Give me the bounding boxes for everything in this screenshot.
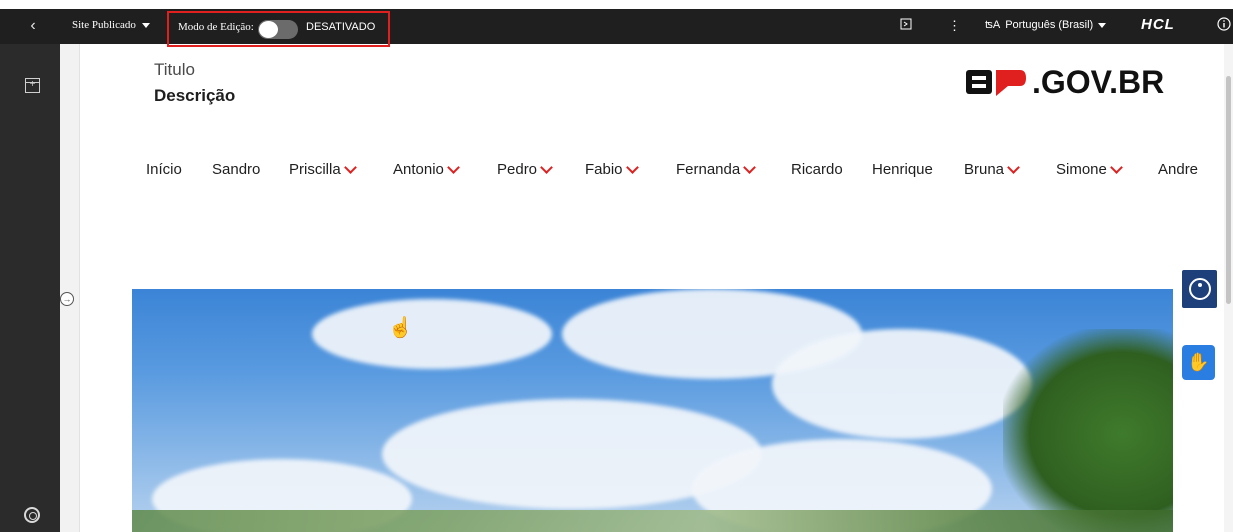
language-label: Português (Brasil) [1005, 19, 1094, 31]
nav-item-ricardo[interactable]: Ricardo [791, 161, 843, 178]
info-icon [1217, 17, 1231, 31]
vertical-scrollbar[interactable] [1224, 44, 1233, 532]
site-status-label: Site Publicado [72, 19, 136, 31]
nav-item-henrique[interactable]: Henrique [872, 161, 933, 178]
nav-item-priscilla[interactable]: Priscilla [289, 160, 357, 178]
nav-item-inicio[interactable]: Início [146, 161, 182, 178]
nav-item-pedro[interactable]: Pedro [497, 160, 553, 178]
cloud-shape [312, 299, 552, 369]
caret-down-icon [141, 22, 150, 28]
nav-label: Simone [1056, 161, 1107, 178]
sp-logo-mark [966, 70, 1026, 96]
info-button[interactable] [1217, 17, 1231, 31]
trees-shape [1003, 329, 1173, 532]
nav-label: Henrique [872, 161, 933, 178]
edit-mode-label: Modo de Edição: [178, 21, 254, 33]
page-description: Descrição [154, 86, 236, 105]
nav-item-sandro[interactable]: Sandro [212, 161, 260, 178]
page-title: Titulo [154, 60, 195, 79]
preview-icon [900, 18, 912, 30]
language-selector[interactable]: ʦA Português (Brasil) [985, 19, 1107, 31]
cloud-shape [772, 329, 1032, 439]
nav-label: Pedro [497, 161, 538, 178]
sp-gov-logo[interactable]: .GOV.BR [964, 64, 1164, 100]
logo-text: .GOV.BR [1032, 63, 1165, 100]
nav-item-fabio[interactable]: Fabio [585, 160, 639, 178]
more-options-button[interactable]: ⋮ [948, 18, 961, 34]
chevron-down-icon [743, 160, 757, 174]
translate-icon: ʦA [985, 19, 1001, 31]
nav-item-simone[interactable]: Simone [1056, 160, 1123, 178]
nav-item-andre[interactable]: Andre [1158, 161, 1198, 178]
accessibility-icon [1188, 278, 1211, 300]
nav-label: Ricardo [791, 161, 843, 178]
sign-language-icon: ✋ [1187, 352, 1210, 372]
nav-label: Sandro [212, 161, 261, 178]
chevron-down-icon [1109, 160, 1123, 174]
caret-down-icon [1098, 22, 1107, 28]
chevron-down-icon [540, 160, 553, 174]
nav-label: Bruna [964, 161, 1005, 178]
chevron-down-icon [447, 160, 460, 174]
nav-label: Andre [1158, 161, 1199, 178]
edit-mode-state: DESATIVADO [306, 21, 376, 33]
left-sidebar: + [0, 44, 60, 532]
site-status-dropdown[interactable]: Site Publicado [72, 19, 150, 31]
add-content-icon[interactable]: + [25, 78, 40, 93]
chevron-down-icon [625, 160, 639, 174]
sidebar-collapse-bar [60, 44, 80, 532]
scrollbar-thumb[interactable] [1226, 76, 1231, 304]
hero-banner-image [132, 289, 1173, 532]
kebab-menu-icon: ⋮ [948, 18, 961, 33]
nav-label: Fabio [585, 161, 623, 178]
hcl-logo: HCL [1141, 16, 1175, 33]
chevron-down-icon [1007, 160, 1020, 174]
nav-label: Priscilla [289, 161, 341, 178]
page-root: ‹ Site Publicado Modo de Edição: DESATIV… [0, 0, 1233, 532]
chevron-down-icon [343, 160, 357, 174]
sign-language-button[interactable]: ✋ [1182, 345, 1215, 380]
nav-label: Início [146, 161, 182, 178]
accessibility-button[interactable] [1182, 270, 1217, 308]
treeline-shape [132, 510, 1173, 532]
nav-label: Fernanda [676, 161, 741, 178]
nav-label: Antonio [393, 161, 444, 178]
hand-cursor-icon: ☝ [388, 317, 413, 339]
nav-item-bruna[interactable]: Bruna [964, 160, 1020, 178]
nav-item-fernanda[interactable]: Fernanda [676, 160, 757, 178]
preview-button[interactable] [900, 18, 912, 30]
chevron-left-icon: ‹ [30, 17, 36, 34]
help-lifebuoy-icon[interactable] [24, 507, 40, 523]
expand-panel-icon[interactable]: → [60, 292, 74, 306]
edit-mode-toggle[interactable] [258, 20, 298, 39]
back-button[interactable]: ‹ [8, 11, 58, 41]
nav-item-antonio[interactable]: Antonio [393, 160, 460, 178]
toggle-knob [259, 21, 278, 38]
